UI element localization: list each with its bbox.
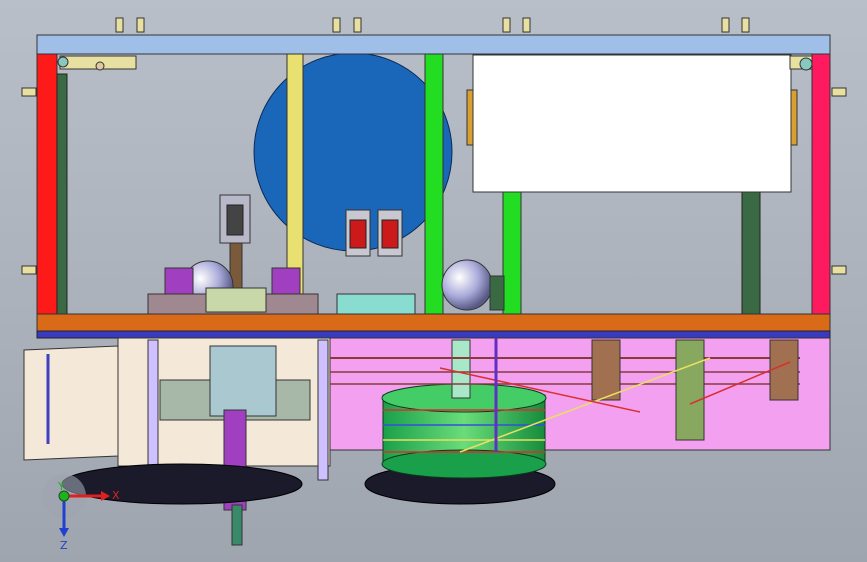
left-pale-panel xyxy=(23,345,119,461)
z-axis-label: Z xyxy=(60,539,68,552)
right-red-post xyxy=(811,53,831,315)
green-post-right xyxy=(502,191,522,315)
cad-viewport[interactable]: X Y Z xyxy=(0,0,867,562)
blue-rail xyxy=(36,330,831,339)
green-post xyxy=(424,53,444,315)
center-lower-structure xyxy=(117,337,331,546)
right-dark-post xyxy=(741,191,761,315)
top-connector-pins xyxy=(115,17,750,33)
y-axis-label: Y xyxy=(57,480,65,493)
white-display-panel xyxy=(472,54,792,193)
left-dark-post xyxy=(56,73,68,315)
orange-platform xyxy=(36,313,831,332)
top-left-bracket xyxy=(57,55,137,71)
x-axis-label: X xyxy=(112,489,120,502)
top-beam xyxy=(36,34,831,55)
cad-drawing: X Y Z xyxy=(21,17,847,552)
right-sphere xyxy=(441,259,493,311)
top-right-bracket xyxy=(789,55,813,71)
left-red-post xyxy=(36,53,58,315)
